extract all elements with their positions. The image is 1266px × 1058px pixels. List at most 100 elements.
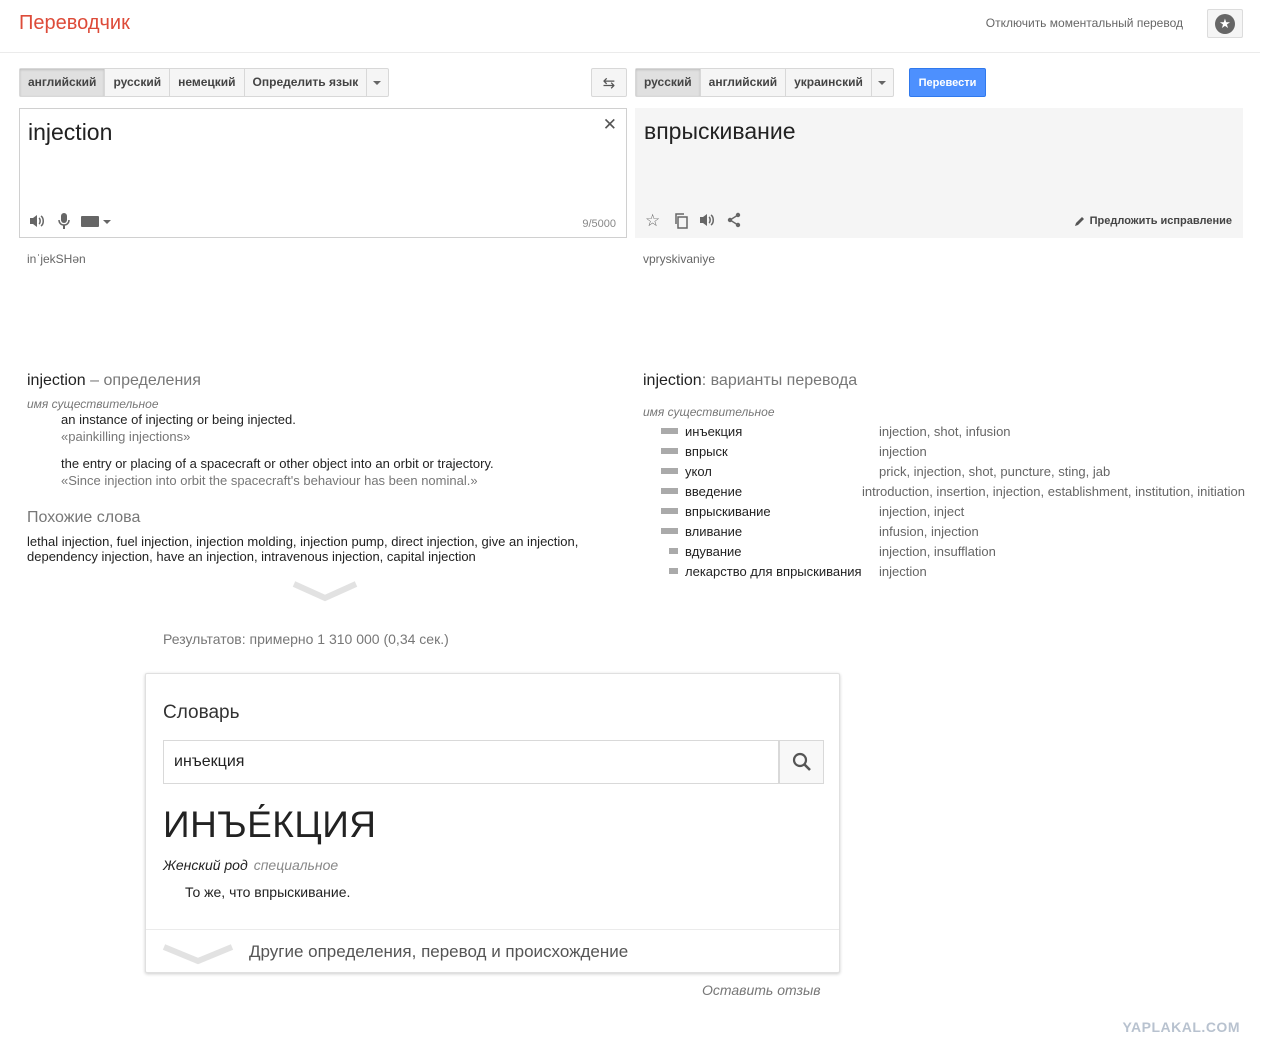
similar-words-line-2[interactable]: dependency injection, have an injection,… bbox=[27, 549, 597, 564]
header-divider bbox=[0, 52, 1260, 53]
translation-word[interactable]: впрыск bbox=[685, 444, 879, 459]
translation-word[interactable]: укол bbox=[685, 464, 879, 479]
source-lang-detect[interactable]: Определить язык bbox=[245, 69, 368, 96]
dictionary-label: специальное bbox=[253, 857, 339, 873]
instant-translation-toggle[interactable]: Отключить моментальный перевод bbox=[986, 16, 1183, 30]
dictionary-title: Словарь bbox=[163, 702, 240, 723]
search-icon bbox=[792, 752, 811, 771]
star-outline-icon[interactable]: ☆ bbox=[645, 211, 660, 231]
definitions-heading: injection – определения bbox=[27, 372, 201, 390]
share-icon[interactable] bbox=[726, 212, 742, 231]
source-lang-more-dropdown[interactable] bbox=[367, 69, 388, 96]
suggest-edit-button[interactable]: Предложить исправление bbox=[1074, 215, 1232, 227]
source-text-area[interactable]: injection ✕ 9/5000 bbox=[19, 108, 627, 238]
translation-word[interactable]: вливание bbox=[685, 524, 879, 539]
similar-words-line-1[interactable]: lethal injection, fuel injection, inject… bbox=[27, 534, 597, 549]
target-language-bar: русский английский украинский bbox=[635, 68, 894, 97]
definition-1: an instance of injecting or being inject… bbox=[61, 412, 296, 427]
keyboard-icon[interactable] bbox=[81, 216, 111, 227]
frequency-indicator bbox=[661, 488, 685, 494]
dictionary-search-input[interactable] bbox=[163, 740, 779, 784]
dictionary-grammar: Женский род специальное bbox=[163, 857, 338, 873]
copy-icon[interactable] bbox=[673, 212, 689, 232]
microphone-icon[interactable] bbox=[57, 212, 71, 233]
translations-word: injection bbox=[643, 372, 702, 389]
translation-row: впрыскивание injection, inject bbox=[661, 501, 1245, 521]
translation-row: лекарство для впрыскивания injection bbox=[661, 561, 1245, 581]
target-lang-russian[interactable]: русский bbox=[636, 69, 701, 96]
source-language-bar: английский русский немецкий Определить я… bbox=[19, 68, 390, 97]
translation-row: инъекция injection, shot, infusion bbox=[661, 421, 1245, 441]
translation-synonyms[interactable]: injection bbox=[879, 564, 927, 579]
target-lang-ukrainian[interactable]: украинский bbox=[786, 69, 872, 96]
more-definitions-link[interactable]: Другие определения, перевод и происхожде… bbox=[249, 942, 628, 962]
expand-chevron-icon[interactable] bbox=[162, 943, 234, 965]
dictionary-search-button[interactable] bbox=[779, 740, 824, 784]
definitions-heading-suffix: – определения bbox=[90, 372, 201, 389]
definitions-part-of-speech: имя существительное bbox=[27, 397, 159, 411]
source-transliteration: inˈjekSHən bbox=[27, 252, 86, 266]
source-lang-english[interactable]: английский bbox=[20, 69, 106, 96]
translation-synonyms[interactable]: injection bbox=[879, 444, 927, 459]
source-text[interactable]: injection bbox=[28, 119, 112, 146]
pencil-icon bbox=[1074, 217, 1084, 226]
frequency-indicator bbox=[661, 428, 685, 434]
frequency-indicator bbox=[661, 468, 685, 474]
definition-2-example: «Since injection into orbit the spacecra… bbox=[61, 473, 478, 488]
dictionary-definition: То же, что впрыскивание. bbox=[185, 884, 351, 900]
frequency-indicator bbox=[661, 508, 685, 514]
translation-word[interactable]: введение bbox=[685, 484, 862, 499]
similar-words-title: Похожие слова bbox=[27, 509, 141, 526]
frequency-indicator bbox=[661, 528, 685, 534]
expand-chevron-icon[interactable] bbox=[292, 580, 358, 602]
dictionary-divider bbox=[146, 929, 839, 930]
chevron-down-icon bbox=[877, 81, 886, 85]
translation-word[interactable]: впрыскивание bbox=[685, 504, 879, 519]
feedback-link[interactable]: Оставить отзыв bbox=[702, 982, 821, 998]
translation-row: укол prick, injection, shot, puncture, st… bbox=[661, 461, 1245, 481]
swap-icon: ⇆ bbox=[602, 74, 616, 92]
source-lang-russian[interactable]: русский bbox=[105, 69, 171, 96]
app-title[interactable]: Переводчик bbox=[19, 12, 130, 35]
translation-synonyms[interactable]: infusion, injection bbox=[879, 524, 979, 539]
watermark: YAPLAKAL.COM bbox=[1122, 1019, 1240, 1035]
translation-word[interactable]: лекарство для впрыскивания bbox=[685, 564, 879, 579]
dictionary-headword: ИНЪЕ́КЦИЯ bbox=[163, 804, 377, 845]
translations-heading: injection: варианты перевода bbox=[643, 372, 857, 390]
starred-button[interactable]: ★ bbox=[1207, 9, 1243, 38]
translation-synonyms[interactable]: injection, inject bbox=[879, 504, 964, 519]
speaker-icon[interactable] bbox=[28, 213, 46, 232]
translation-output: впрыскивание ☆ Предложить исправление bbox=[635, 108, 1243, 238]
frequency-indicator bbox=[661, 548, 685, 554]
translation-synonyms[interactable]: injection, shot, infusion bbox=[879, 424, 1011, 439]
translation-row: вливание infusion, injection bbox=[661, 521, 1245, 541]
chevron-down-icon bbox=[373, 81, 382, 85]
translation-synonyms[interactable]: introduction, insertion, injection, esta… bbox=[862, 484, 1245, 499]
translation-word[interactable]: инъекция bbox=[685, 424, 879, 439]
translation-synonyms[interactable]: prick, injection, shot, puncture, sting,… bbox=[879, 464, 1110, 479]
translation-row: вдувание injection, insufflation bbox=[661, 541, 1245, 561]
definition-2: the entry or placing of a spacecraft or … bbox=[61, 456, 494, 471]
speaker-icon[interactable] bbox=[698, 212, 716, 231]
translated-text: впрыскивание bbox=[644, 118, 796, 144]
translate-button[interactable]: Перевести bbox=[909, 68, 986, 97]
translation-word[interactable]: вдувание bbox=[685, 544, 879, 559]
target-lang-more-dropdown[interactable] bbox=[872, 69, 893, 96]
swap-languages-button[interactable]: ⇆ bbox=[591, 68, 627, 97]
translation-row: введение introduction, insertion, injecti… bbox=[661, 481, 1245, 501]
close-icon[interactable]: ✕ bbox=[603, 115, 617, 135]
character-counter: 9/5000 bbox=[582, 218, 616, 230]
suggest-edit-label: Предложить исправление bbox=[1089, 215, 1232, 227]
source-lang-german[interactable]: немецкий bbox=[170, 69, 245, 96]
translations-heading-suffix: : варианты перевода bbox=[701, 372, 858, 389]
translation-synonyms[interactable]: injection, insufflation bbox=[879, 544, 996, 559]
target-transliteration: vpryskivaniye bbox=[643, 252, 716, 266]
dictionary-gender: Женский род bbox=[163, 857, 248, 873]
translation-row: впрыск injection bbox=[661, 441, 1245, 461]
frequency-indicator bbox=[661, 448, 685, 454]
definitions-word: injection bbox=[27, 372, 86, 389]
definition-1-example: «painkilling injections» bbox=[61, 429, 191, 444]
dictionary-card: Словарь ИНЪЕ́КЦИЯ Женский род специальное… bbox=[145, 673, 840, 973]
similar-words-list[interactable]: lethal injection, fuel injection, inject… bbox=[27, 534, 597, 564]
target-lang-english[interactable]: английский bbox=[701, 69, 787, 96]
